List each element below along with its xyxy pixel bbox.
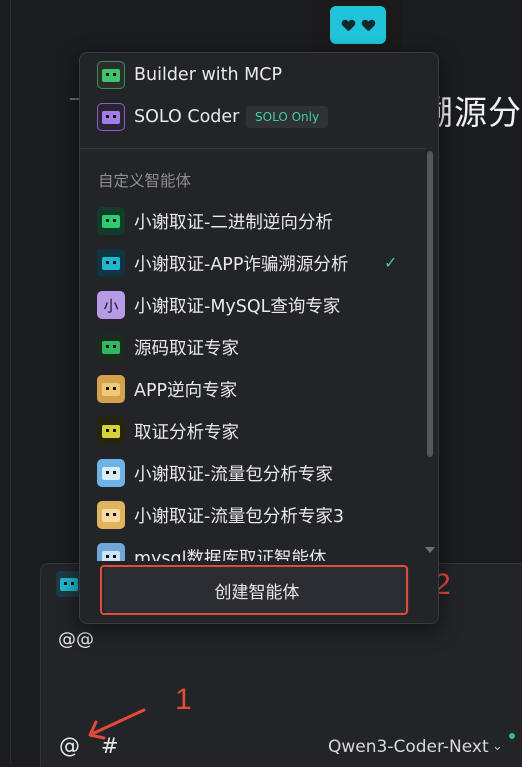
robot-face-icon	[330, 6, 386, 44]
menu-item-custom-agent[interactable]: 取证分析专家	[80, 411, 420, 451]
menu-item-label: 小谢取证-流量包分析专家	[134, 464, 333, 485]
chat-input-field[interactable]: @@	[58, 629, 94, 650]
menu-item-label: 小谢取证-二进制逆向分析	[134, 212, 333, 233]
robot-green-icon	[97, 333, 125, 361]
menu-item-label: APP逆向专家	[134, 380, 238, 401]
menu-item-label: 小谢取证-APP诈骗溯源分析	[134, 254, 349, 275]
solo-agent-icon	[97, 103, 125, 131]
menu-item-builder-with-mcp[interactable]: Builder with MCP	[80, 55, 420, 95]
annotation-arrow-1	[88, 708, 146, 740]
menu-divider	[80, 148, 426, 149]
menu-item-label: 小谢取证-流量包分析专家3	[134, 506, 344, 527]
menu-item-custom-agent[interactable]: 小谢取证-二进制逆向分析	[80, 201, 420, 241]
panel-border-line	[10, 0, 11, 766]
heart-eye-icon	[362, 20, 374, 31]
menu-item-custom-agent-selected[interactable]: 小谢取证-APP诈骗溯源分析 ✓	[80, 243, 420, 283]
menu-item-custom-agent[interactable]: 小 小谢取证-MySQL查询专家	[80, 285, 420, 325]
letter-avatar-icon: 小	[97, 291, 125, 319]
solo-only-badge: SOLO Only	[246, 106, 329, 128]
chevron-down-icon[interactable]: ⌄	[492, 739, 503, 754]
menu-item-label: 小谢取证-MySQL查询专家	[134, 296, 341, 317]
annotation-highlight-box-2	[100, 565, 408, 615]
robot-orange-icon	[97, 501, 125, 529]
menu-item-label: SOLO Coder	[134, 107, 240, 127]
online-status-dot	[509, 733, 515, 739]
menu-item-custom-agent[interactable]: 小谢取证-流量包分析专家	[80, 453, 420, 493]
robot-blue-icon	[97, 459, 125, 487]
menu-item-label: Builder with MCP	[134, 65, 283, 85]
check-icon: ✓	[384, 253, 398, 272]
menu-item-label: 源码取证专家	[134, 338, 239, 359]
scroll-down-arrow-icon[interactable]	[425, 547, 435, 553]
robot-orange-icon	[97, 375, 125, 403]
scrollbar-thumb[interactable]	[427, 151, 433, 457]
robot-yellow-icon	[97, 417, 125, 445]
robot-green-icon	[97, 207, 125, 235]
model-selector[interactable]: Qwen3-Coder-Next	[328, 737, 489, 757]
robot-cyan-icon	[60, 577, 78, 591]
menu-item-custom-agent[interactable]: 小谢取证-流量包分析专家3	[80, 495, 420, 535]
menu-item-solo-coder[interactable]: SOLO Coder SOLO Only	[80, 97, 420, 137]
annotation-label-1: 1	[175, 683, 192, 716]
menu-item-label: 取证分析专家	[134, 422, 239, 443]
agent-dropdown-menu[interactable]: Builder with MCP SOLO Coder SOLO Only 自定…	[79, 52, 439, 624]
agent-avatar-large	[312, 0, 402, 52]
menu-item-custom-agent[interactable]: 源码取证专家	[80, 327, 420, 367]
mention-at-button[interactable]: @	[59, 734, 80, 758]
section-label-custom-agents: 自定义智能体	[98, 172, 192, 190]
robot-cyan-icon	[97, 249, 125, 277]
heart-eye-icon	[342, 20, 354, 31]
builder-agent-icon	[97, 61, 125, 89]
menu-item-custom-agent[interactable]: APP逆向专家	[80, 369, 420, 409]
